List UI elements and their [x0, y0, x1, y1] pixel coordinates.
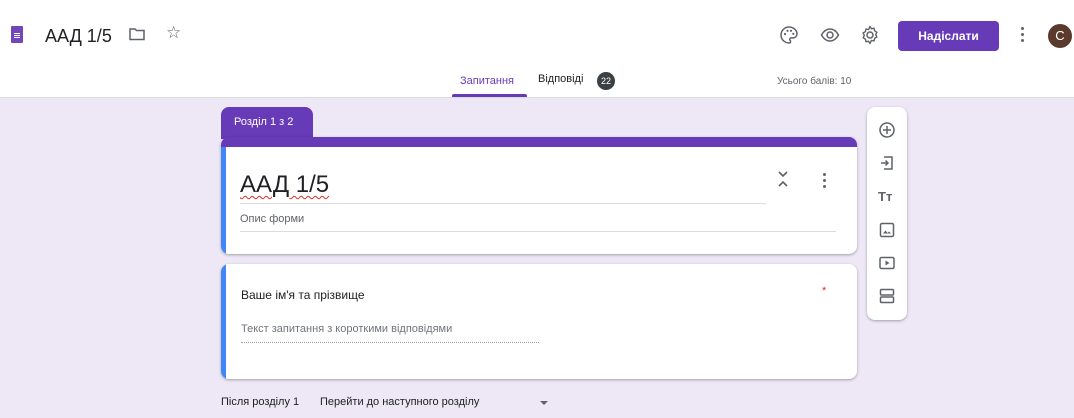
import-icon[interactable]: [878, 154, 896, 172]
folder-icon[interactable]: [129, 27, 145, 41]
short-answer-line: [241, 342, 539, 343]
tab-questions[interactable]: Запитання: [460, 75, 514, 87]
form-title-text[interactable]: ААД 1/5: [240, 171, 329, 198]
section-icon[interactable]: [878, 287, 896, 305]
question-card[interactable]: Ваше ім'я та прізвище * Текст запитання …: [221, 264, 857, 379]
focus-indicator: [221, 264, 226, 379]
video-icon[interactable]: [878, 254, 896, 272]
send-button[interactable]: Надіслати: [898, 21, 999, 51]
gear-icon[interactable]: [860, 25, 880, 45]
title-underline: [240, 203, 766, 204]
dropdown-arrow-icon[interactable]: [540, 401, 548, 405]
eye-icon[interactable]: [820, 25, 840, 45]
app-header: ААД 1/5 ☆ Надіслати C Запитання Відповід…: [0, 0, 1074, 98]
palette-icon[interactable]: [779, 25, 799, 45]
section-more-icon[interactable]: [823, 173, 827, 189]
short-answer-placeholder: Текст запитання з короткими відповідями: [241, 323, 453, 335]
doc-title[interactable]: ААД 1/5: [45, 26, 112, 47]
star-icon[interactable]: ☆: [166, 24, 181, 41]
question-title[interactable]: Ваше ім'я та прізвище: [241, 288, 365, 302]
doc-icon[interactable]: [11, 26, 23, 43]
responses-count-badge: 22: [597, 72, 615, 90]
after-section-label: Після розділу 1: [221, 396, 300, 408]
form-title-card[interactable]: ААД 1/5 Опис форми: [221, 137, 857, 254]
form-title[interactable]: ААД 1/5: [240, 171, 329, 199]
title-text-icon[interactable]: Tт: [878, 188, 896, 206]
focus-indicator: [221, 147, 226, 254]
form-description[interactable]: Опис форми: [240, 213, 304, 225]
goto-section-select[interactable]: Перейти до наступного розділу: [320, 396, 479, 408]
collapse-icon[interactable]: [777, 171, 789, 187]
section-tab: Розділ 1 з 2: [221, 107, 313, 139]
tab-responses[interactable]: Відповіді: [538, 73, 583, 85]
description-underline: [240, 231, 836, 232]
total-points: Усього балів: 10: [777, 76, 852, 87]
required-marker: *: [822, 285, 827, 297]
image-icon[interactable]: [878, 221, 896, 239]
avatar[interactable]: C: [1048, 24, 1072, 48]
active-tab-indicator: [452, 94, 527, 97]
add-question-icon[interactable]: [878, 121, 896, 139]
more-vert-icon[interactable]: [1019, 26, 1025, 44]
floating-toolbar: Tт: [867, 107, 907, 320]
